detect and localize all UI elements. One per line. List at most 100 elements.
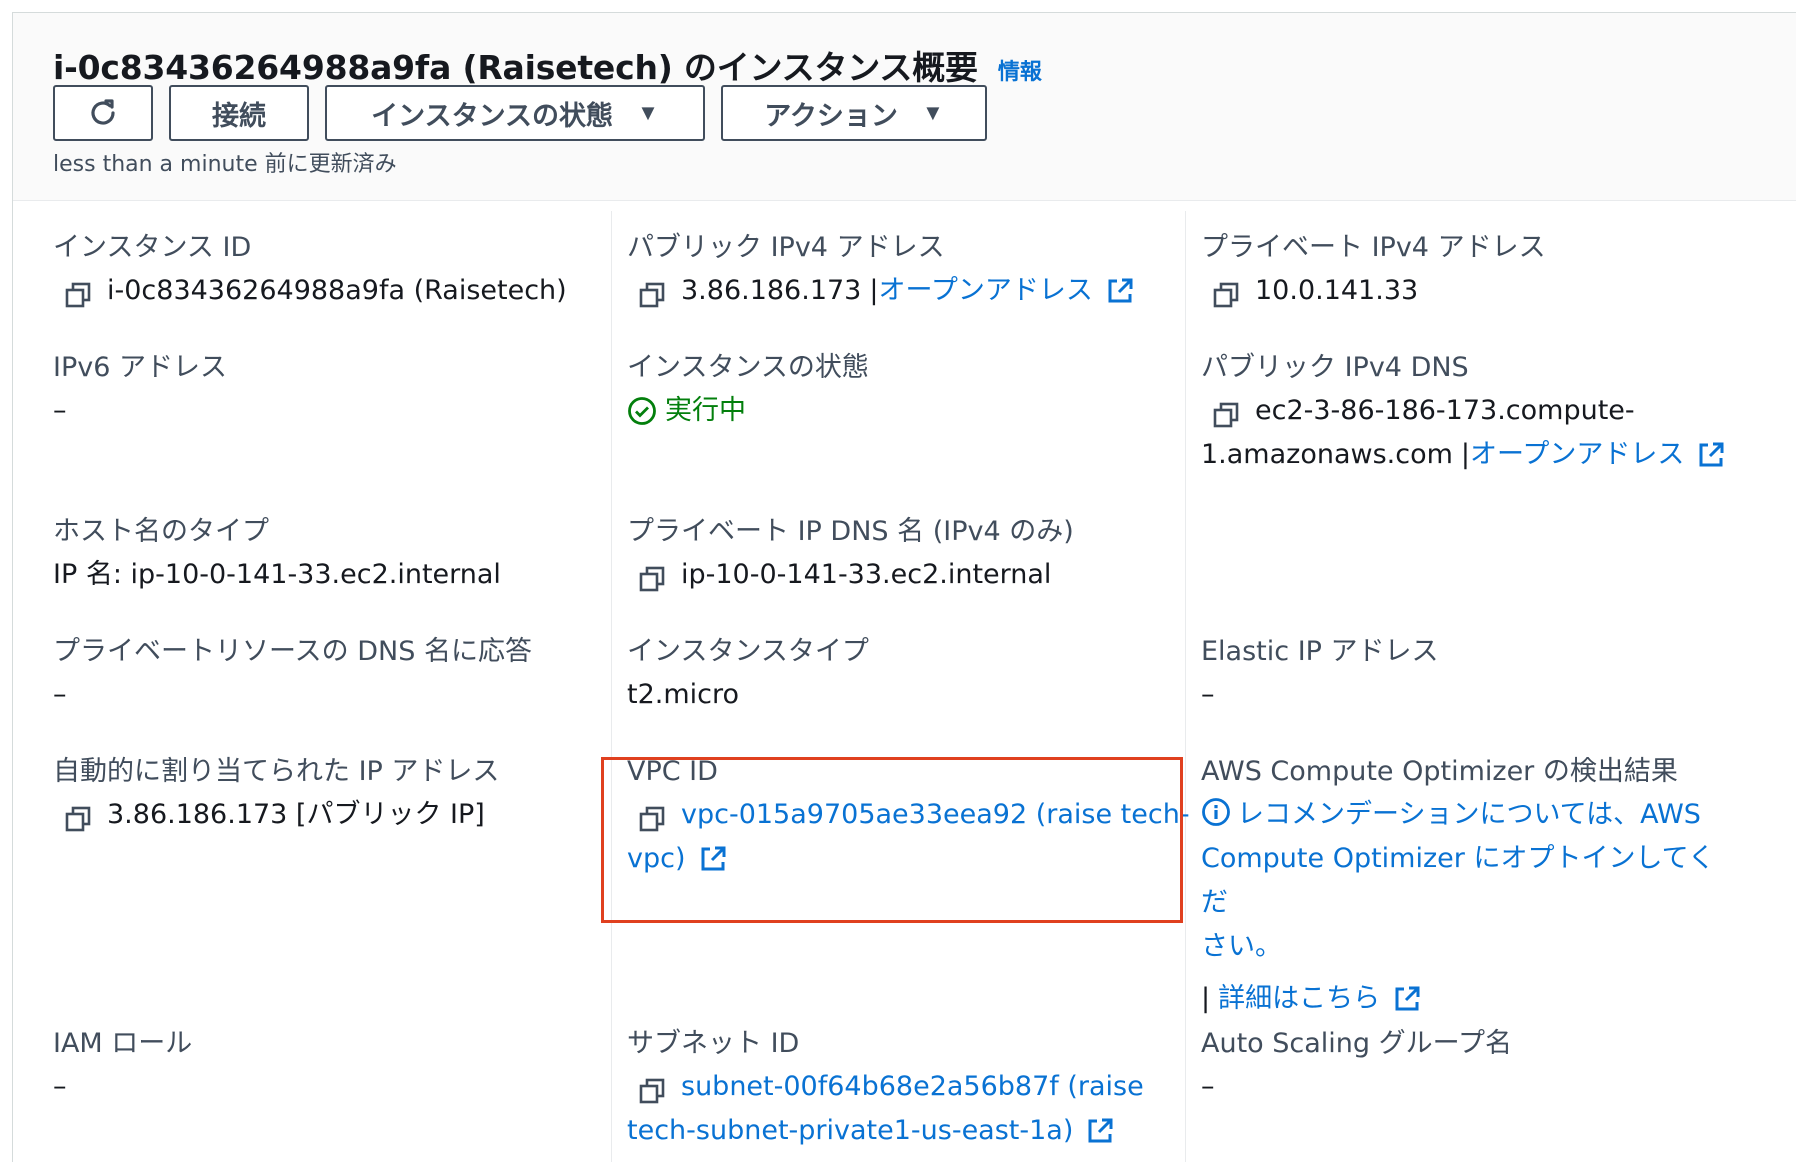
field-label: Auto Scaling グループ名 <box>1201 1028 1513 1059</box>
instance-state-dropdown[interactable]: インスタンスの状態 ▼ <box>325 85 705 141</box>
field-label: プライベート IPv4 アドレス <box>1201 232 1546 263</box>
toolbar: 接続 インスタンスの状態 ▼ アクション ▼ <box>53 85 987 141</box>
field-compute-optimizer: AWS Compute Optimizer の検出結果 レコメンデーションについ… <box>1201 751 1741 1021</box>
private-ipv4-value: 10.0.141.33 <box>1255 275 1419 306</box>
field-private-dns-answer: プライベートリソースの DNS 名に応答 – <box>53 631 593 717</box>
field-label: パブリック IPv4 DNS <box>1201 352 1469 383</box>
open-address-link[interactable]: オープンアドレス <box>878 269 1092 313</box>
field-value: | 詳細はこちら <box>1201 977 1741 1021</box>
optimizer-line[interactable]: レコメンデーションについては、AWS <box>1201 793 1741 837</box>
copy-icon[interactable] <box>65 802 91 832</box>
actions-dropdown-label: アクション <box>764 100 898 131</box>
field-label: Elastic IP アドレス <box>1201 636 1439 667</box>
public-dns-value-continued: 1.amazonaws.com <box>1201 439 1453 470</box>
instance-summary-panel: i-0c83436264988a9fa (Raisetech) のインスタンス概… <box>12 12 1796 1162</box>
learn-more-link[interactable]: 詳細はこちら <box>1218 977 1380 1021</box>
field-label: IAM ロール <box>53 1028 193 1059</box>
last-updated-text: less than a minute 前に更新済み <box>53 152 397 177</box>
public-ipv4-value: 3.86.186.173 <box>681 275 862 306</box>
caret-down-icon: ▼ <box>921 100 944 125</box>
field-value: i-0c83436264988a9fa (Raisetech) <box>53 269 593 313</box>
ipv6-value: – <box>53 395 67 426</box>
connect-button[interactable]: 接続 <box>169 85 309 141</box>
subnet-id-link[interactable]: subnet-00f64b68e2a56b87f (raise <box>681 1065 1144 1109</box>
column-divider <box>1185 211 1186 1162</box>
field-autoscaling: Auto Scaling グループ名 – <box>1201 1023 1741 1109</box>
field-value: 3.86.186.173 | オープンアドレス <box>627 269 1167 313</box>
external-link-icon[interactable] <box>1085 1116 1115 1146</box>
info-icon <box>1201 797 1231 827</box>
copy-icon[interactable] <box>1213 278 1239 308</box>
field-instance-type: インスタンスタイプ t2.micro <box>627 631 1167 717</box>
autoscaling-value: – <box>1201 1071 1215 1102</box>
iam-role-value: – <box>53 1071 67 1102</box>
field-private-ip-dns: プライベート IP DNS 名 (IPv4 のみ) ip-10-0-141-33… <box>627 511 1167 597</box>
private-dns-answer-value: – <box>53 679 67 710</box>
elastic-ip-value: – <box>1201 679 1215 710</box>
vpc-highlight-box <box>601 757 1183 923</box>
field-hostname-type: ホスト名のタイプ IP 名: ip-10-0-141-33.ec2.intern… <box>53 511 593 597</box>
optimizer-text-continued[interactable]: Compute Optimizer にオプトインしてくだ <box>1201 837 1741 925</box>
field-value: 3.86.186.173 [パブリック IP] <box>53 793 593 837</box>
field-label: プライベート IP DNS 名 (IPv4 のみ) <box>627 516 1074 547</box>
open-address-link[interactable]: オープンアドレス <box>1470 433 1684 477</box>
copy-icon[interactable] <box>639 562 665 592</box>
status-indicator: 実行中 <box>627 389 1167 433</box>
field-label: 自動的に割り当てられた IP アドレス <box>53 756 500 787</box>
field-public-dns: パブリック IPv4 DNS ec2-3-86-186-173.compute-… <box>1201 347 1741 477</box>
check-circle-icon <box>628 397 656 425</box>
public-dns-value: ec2-3-86-186-173.compute- <box>1255 395 1635 426</box>
external-link-icon[interactable] <box>1696 440 1726 470</box>
auto-ip-value: 3.86.186.173 [パブリック IP] <box>107 799 485 830</box>
copy-icon[interactable] <box>65 278 91 308</box>
instance-type-value: t2.micro <box>627 679 740 710</box>
field-ipv6: IPv6 アドレス – <box>53 347 593 433</box>
separator: | <box>869 275 879 306</box>
field-label: インスタンスタイプ <box>627 636 869 667</box>
refresh-icon <box>91 99 115 125</box>
field-instance-id: インスタンス ID i-0c83436264988a9fa (Raisetech… <box>53 227 593 313</box>
optimizer-text[interactable]: レコメンデーションについては、AWS <box>1237 799 1701 830</box>
actions-dropdown[interactable]: アクション ▼ <box>721 85 987 141</box>
field-label: サブネット ID <box>627 1028 800 1059</box>
external-link-icon[interactable] <box>1105 276 1135 306</box>
separator: | <box>1201 983 1211 1014</box>
field-label: パブリック IPv4 アドレス <box>627 232 945 263</box>
summary-header: i-0c83436264988a9fa (Raisetech) のインスタンス概… <box>13 13 1796 201</box>
field-label: インスタンスの状態 <box>627 352 869 383</box>
instance-id-value: i-0c83436264988a9fa (Raisetech) <box>107 275 567 306</box>
field-label: プライベートリソースの DNS 名に応答 <box>53 636 532 667</box>
field-elastic-ip: Elastic IP アドレス – <box>1201 631 1741 717</box>
copy-icon[interactable] <box>639 1074 665 1104</box>
field-public-ipv4: パブリック IPv4 アドレス 3.86.186.173 | オープンアドレス <box>627 227 1167 313</box>
field-value: ip-10-0-141-33.ec2.internal <box>627 553 1167 597</box>
caret-down-icon: ▼ <box>637 100 659 125</box>
field-label: AWS Compute Optimizer の検出結果 <box>1201 756 1678 787</box>
refresh-button[interactable] <box>53 85 153 141</box>
optimizer-text-continued[interactable]: さい。 <box>1201 925 1741 969</box>
instance-state-dropdown-label: インスタンスの状態 <box>371 100 614 131</box>
field-value-continued: 1.amazonaws.com | オープンアドレス <box>1201 433 1741 477</box>
field-instance-state: インスタンスの状態 実行中 <box>627 347 1167 433</box>
field-iam-role: IAM ロール – <box>53 1023 593 1109</box>
title-row: i-0c83436264988a9fa (Raisetech) のインスタンス概… <box>53 41 1042 89</box>
field-label: インスタンス ID <box>53 232 252 263</box>
field-value: 10.0.141.33 <box>1201 269 1741 313</box>
subnet-id-link-continued[interactable]: tech-subnet-private1-us-east-1a) <box>627 1109 1073 1153</box>
external-link-icon[interactable] <box>1392 984 1422 1014</box>
column-divider <box>611 211 612 1162</box>
field-value: subnet-00f64b68e2a56b87f (raise <box>627 1065 1167 1109</box>
hostname-type-value: IP 名: ip-10-0-141-33.ec2.internal <box>53 559 501 590</box>
copy-icon[interactable] <box>639 278 665 308</box>
field-value-continued: tech-subnet-private1-us-east-1a) <box>627 1109 1167 1153</box>
field-label: IPv6 アドレス <box>53 352 227 383</box>
field-label: ホスト名のタイプ <box>53 516 269 547</box>
separator: | <box>1460 439 1471 470</box>
private-ip-dns-value: ip-10-0-141-33.ec2.internal <box>681 559 1052 590</box>
page-title: i-0c83436264988a9fa (Raisetech) のインスタンス概… <box>53 48 978 87</box>
field-subnet-id: サブネット ID subnet-00f64b68e2a56b87f (raise… <box>627 1023 1167 1153</box>
field-value: ec2-3-86-186-173.compute- <box>1201 389 1741 433</box>
info-link[interactable]: 情報 <box>998 54 1042 86</box>
instance-state-value: 実行中 <box>665 395 746 426</box>
copy-icon[interactable] <box>1213 398 1239 428</box>
